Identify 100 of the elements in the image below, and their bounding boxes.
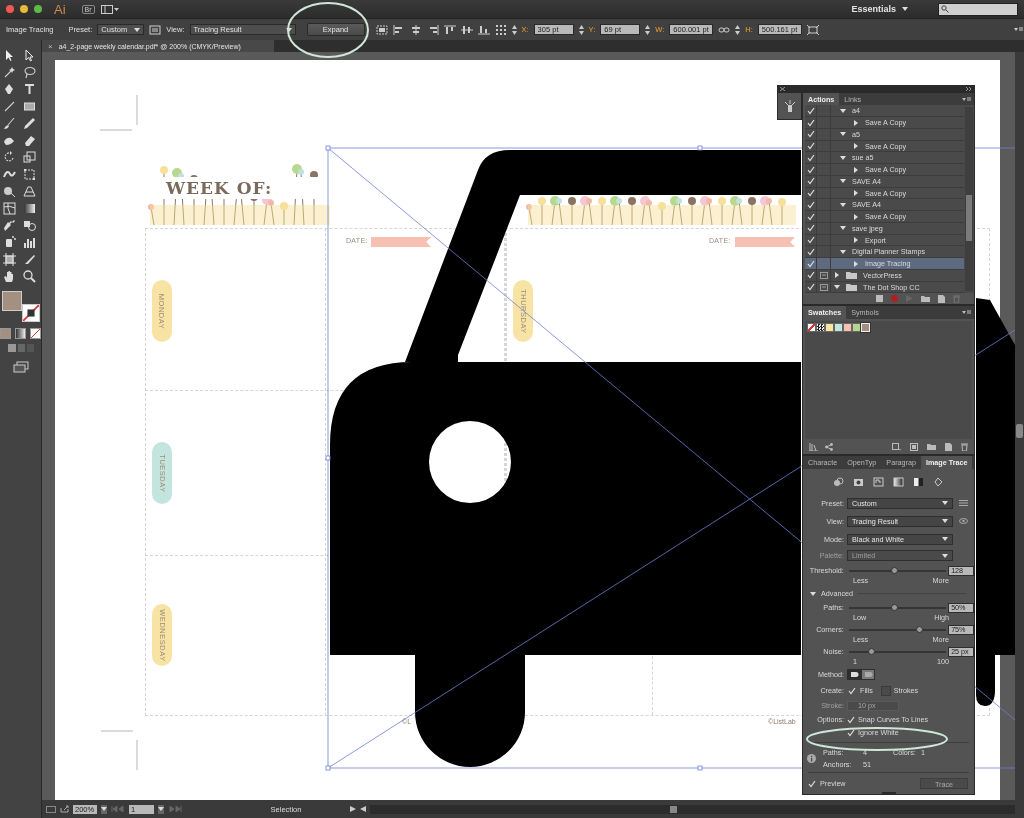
panel-list-icon[interactable]: [149, 24, 162, 35]
stepper-icon[interactable]: [578, 24, 584, 35]
auto-color-icon[interactable]: [833, 477, 844, 487]
slider-thumb[interactable]: [891, 566, 899, 574]
camera-icon[interactable]: [853, 477, 864, 487]
search-field[interactable]: [938, 2, 1018, 16]
gradient-mode-button[interactable]: [15, 328, 26, 339]
stroke-swatch[interactable]: [21, 304, 40, 322]
column-graph-icon[interactable]: [22, 235, 37, 250]
minimize-window-button[interactable]: [20, 5, 28, 13]
align-left-icon[interactable]: [392, 24, 405, 35]
expanded-triangle-icon[interactable]: [840, 107, 846, 114]
trash-icon[interactable]: [961, 442, 968, 451]
expanded-triangle-icon[interactable]: [840, 201, 846, 208]
actions-panel-icon[interactable]: [783, 100, 796, 112]
stepper-icon[interactable]: [645, 24, 651, 35]
two-tone-icon[interactable]: [913, 477, 924, 487]
scale-icon[interactable]: [22, 150, 37, 165]
registration-swatch[interactable]: [816, 323, 825, 332]
status-menu-icon[interactable]: [350, 806, 356, 812]
align-middle-icon[interactable]: [460, 24, 473, 35]
stepper-icon[interactable]: [511, 24, 517, 35]
preset-list-icon[interactable]: [959, 500, 968, 506]
share-arrow-icon[interactable]: [60, 805, 69, 813]
expanded-triangle-icon[interactable]: [840, 225, 846, 232]
draw-mode-icon[interactable]: [6, 343, 35, 353]
stepper-icon[interactable]: [735, 24, 741, 35]
collapsed-triangle-icon[interactable]: [853, 237, 859, 244]
artboard-icon[interactable]: [2, 252, 17, 267]
collapsed-triangle-icon[interactable]: [853, 213, 859, 220]
share-icon[interactable]: [825, 442, 833, 451]
expanded-triangle-icon[interactable]: [840, 178, 846, 185]
swatch-options-icon[interactable]: [910, 442, 918, 451]
method-button[interactable]: [847, 669, 861, 680]
color-swatch[interactable]: [843, 323, 852, 332]
slider-thumb[interactable]: [891, 603, 899, 611]
outline-icon[interactable]: [933, 477, 944, 487]
dialog-toggle-icon[interactable]: [819, 283, 828, 291]
blend-icon[interactable]: [22, 218, 37, 233]
folder-icon[interactable]: [927, 442, 936, 450]
paintbrush-icon[interactable]: [2, 116, 17, 131]
line-segment-icon[interactable]: [2, 99, 17, 114]
scroll-left-icon[interactable]: [360, 806, 366, 812]
color-swatch[interactable]: [825, 323, 834, 332]
expanded-triangle-icon[interactable]: [810, 590, 816, 597]
shape-builder-icon[interactable]: [2, 184, 17, 199]
type-tool-icon[interactable]: [22, 82, 37, 97]
checkbox[interactable]: [880, 685, 891, 696]
page-dropdown[interactable]: [158, 804, 164, 814]
none-mode-button[interactable]: [30, 328, 41, 339]
swatch-libraries-icon[interactable]: [809, 442, 819, 451]
vertical-scrollbar[interactable]: [965, 107, 973, 292]
collapse-icon[interactable]: [966, 86, 972, 91]
checkbox[interactable]: [847, 685, 857, 696]
align-icon[interactable]: [375, 24, 388, 35]
constrain-proportions-icon[interactable]: [718, 24, 731, 35]
expanded-triangle-icon[interactable]: [840, 154, 846, 161]
collapsed-triangle-icon[interactable]: [853, 143, 859, 150]
slider-thumb[interactable]: [868, 647, 876, 655]
fill-swatch[interactable]: [1, 291, 22, 311]
magic-wand-icon[interactable]: [2, 65, 17, 80]
new-item-icon[interactable]: [945, 442, 952, 451]
rectangle-icon[interactable]: [22, 99, 37, 114]
align-bottom-icon[interactable]: [477, 24, 490, 35]
close-window-button[interactable]: [6, 5, 14, 13]
grayscale-icon[interactable]: [893, 477, 904, 487]
expanded-triangle-icon[interactable]: [840, 248, 846, 255]
vertical-scrollbar[interactable]: [1015, 52, 1024, 800]
zoom-dropdown[interactable]: [101, 804, 107, 814]
checkbox[interactable]: [807, 778, 817, 789]
pencil-icon[interactable]: [22, 116, 37, 131]
expanded-triangle-icon[interactable]: [834, 284, 840, 291]
slider-thumb[interactable]: [915, 625, 923, 633]
new-item-icon[interactable]: [938, 294, 945, 303]
eye-icon[interactable]: [959, 518, 968, 524]
show-kinds-icon[interactable]: [892, 442, 901, 451]
panel-menu-icon[interactable]: [962, 310, 971, 315]
artboard-navigator-icon[interactable]: [46, 805, 56, 813]
arrange-documents-icon[interactable]: [100, 4, 119, 14]
mesh-icon[interactable]: [2, 201, 17, 216]
none-swatch[interactable]: [807, 323, 816, 332]
lasso-icon[interactable]: [22, 65, 37, 80]
workspace-switcher[interactable]: Essentials: [851, 4, 896, 14]
eraser-icon[interactable]: [22, 133, 37, 148]
close-tab-button[interactable]: ×: [48, 41, 53, 51]
screen-mode-icon[interactable]: [12, 361, 29, 373]
free-transform-icon[interactable]: [22, 167, 37, 182]
align-top-icon[interactable]: [443, 24, 456, 35]
collapsed-triangle-icon[interactable]: [853, 260, 859, 267]
dialog-toggle-icon[interactable]: [819, 271, 828, 279]
zoom-icon[interactable]: [22, 269, 37, 284]
collapsed-triangle-icon[interactable]: [834, 272, 840, 279]
stop-icon[interactable]: [876, 295, 883, 303]
eyedropper-icon[interactable]: [2, 218, 17, 233]
close-icon[interactable]: [780, 86, 785, 91]
align-center-icon[interactable]: [409, 24, 422, 35]
gradient-icon[interactable]: [22, 201, 37, 216]
method-button[interactable]: [861, 669, 875, 680]
expanded-triangle-icon[interactable]: [840, 131, 846, 138]
panel-menu-icon[interactable]: [962, 96, 971, 102]
